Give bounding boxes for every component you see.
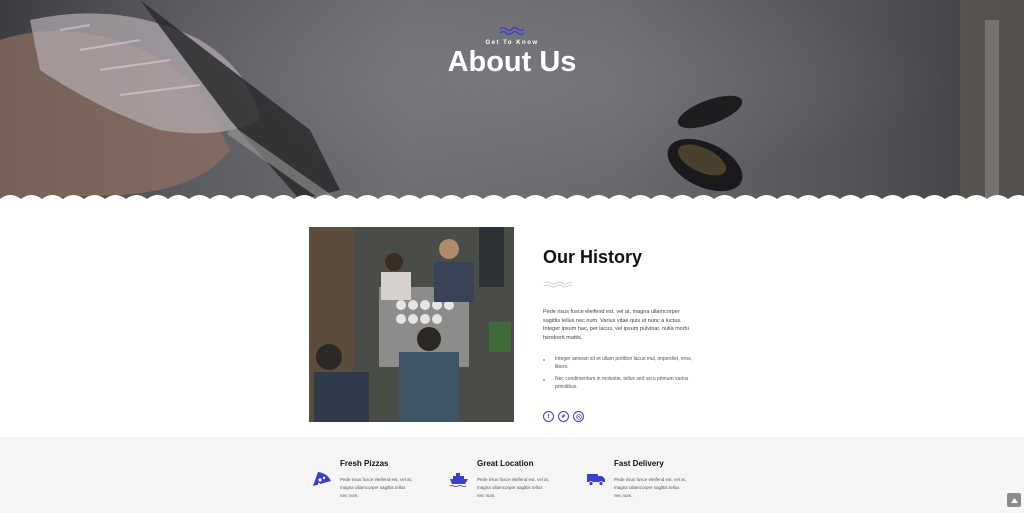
scroll-to-top-button[interactable] — [1007, 493, 1021, 507]
pizza-slice-icon — [313, 472, 331, 486]
list-item: Integer aenean sit et ullam porttitor la… — [543, 356, 693, 371]
twitter-icon[interactable] — [558, 411, 569, 422]
feature-title: Fresh Pizzas — [340, 459, 389, 468]
bullet-icon — [543, 379, 545, 381]
truck-icon — [587, 474, 605, 486]
feature-title: Great Location — [477, 459, 534, 468]
wave-icon — [499, 26, 525, 36]
list-item-text: Nec condimentum in molestie, tellus sed … — [555, 376, 689, 390]
cafe-photo — [309, 227, 514, 422]
list-item: Nec condimentum in molestie, tellus sed … — [543, 376, 693, 391]
wave-divider-icon — [543, 281, 573, 288]
history-body: Pede risus fusce eleifend est, vel at, m… — [543, 309, 689, 341]
feature-text: Pede risus fusce eleifend est, vel at, m… — [477, 477, 550, 498]
chevron-up-icon — [1010, 497, 1018, 503]
page-title: About Us — [447, 46, 577, 78]
feature-text: Pede risus fusce eleifend est, vel at, m… — [340, 477, 413, 498]
bullet-icon — [543, 359, 545, 361]
dribbble-icon[interactable] — [573, 411, 584, 422]
facebook-icon[interactable]: f — [543, 411, 554, 422]
ship-icon — [449, 473, 468, 487]
feature-text: Pede risus fusce eleifend est, vel at, m… — [614, 477, 687, 498]
feature-title: Fast Delivery — [614, 459, 664, 468]
social-links: f — [543, 411, 584, 422]
hero-banner: Get To Know About Us — [0, 0, 1024, 205]
history-list: Integer aenean sit et ullam porttitor la… — [543, 356, 693, 396]
scalloped-divider — [0, 195, 1024, 210]
history-title: Our History — [543, 247, 643, 267]
features-strip: Fresh Pizzas Pede risus fusce eleifend e… — [0, 437, 1024, 513]
list-item-text: Integer aenean sit et ullam porttitor la… — [555, 356, 693, 370]
